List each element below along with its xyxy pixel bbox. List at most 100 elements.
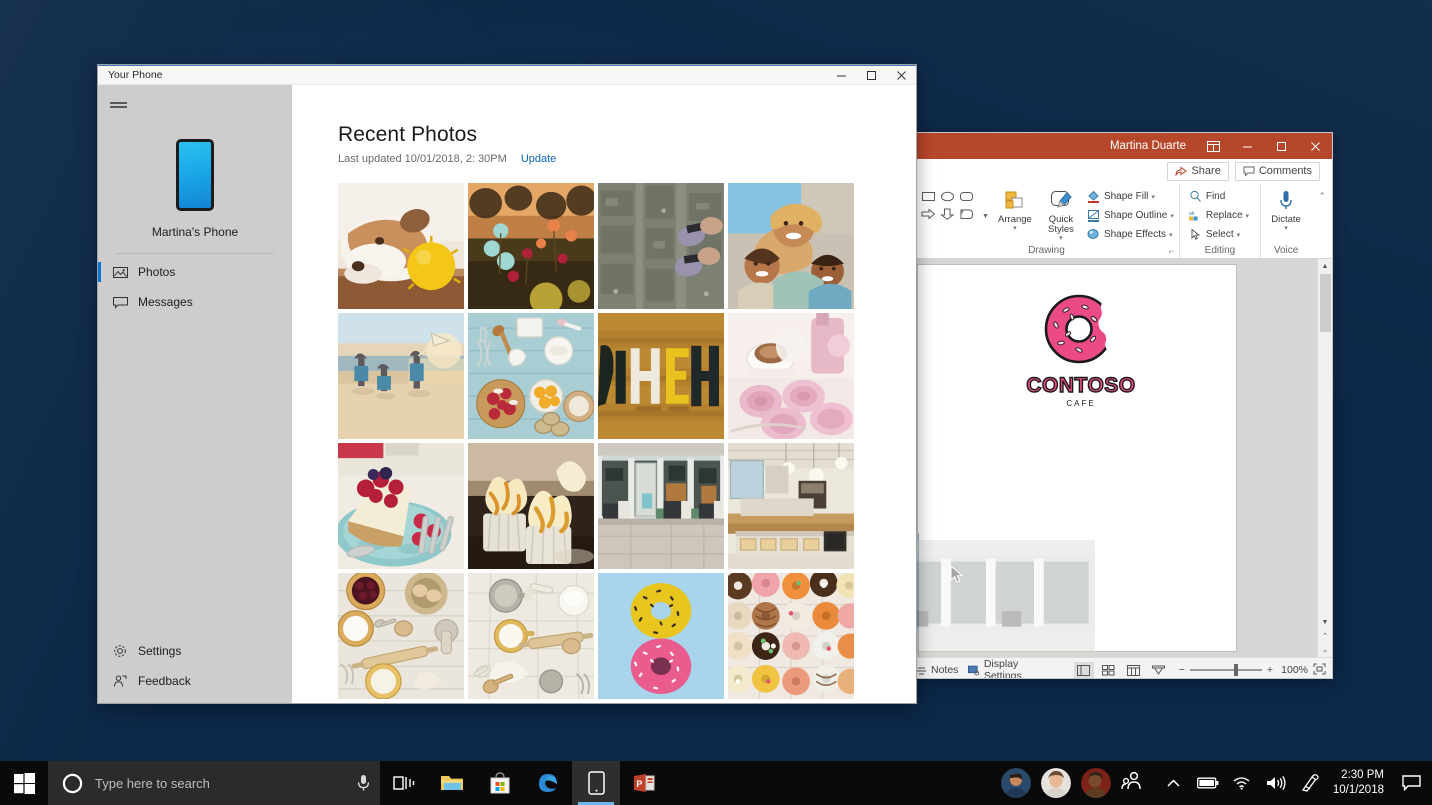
shapes-gallery[interactable] [919,187,975,222]
shape-fill-button[interactable]: Shape Fill ▾ [1087,188,1174,205]
arrow-down-shape-icon[interactable] [940,208,955,220]
shapes-gallery-more-button[interactable]: ▼ [982,213,989,220]
update-link[interactable]: Update [521,153,556,165]
photo-cell[interactable] [728,183,854,309]
photo-cell[interactable] [598,443,724,569]
arrow-right-shape-icon[interactable] [921,208,936,220]
zoom-slider-thumb[interactable] [1234,664,1238,676]
oval-shape-icon[interactable] [940,190,955,202]
file-explorer-button[interactable] [428,761,476,805]
next-slide-icon[interactable]: ⌄ [1318,643,1333,657]
your-phone-button[interactable] [572,761,620,805]
photo-cell[interactable] [338,183,464,309]
zoom-control[interactable]: − + 100% [1179,663,1326,678]
previous-slide-icon[interactable]: ⌃ [1318,629,1333,643]
search-input[interactable]: Type here to search [48,761,380,805]
select-caret-icon[interactable]: ▾ [1237,231,1241,239]
rectangle-shape-icon[interactable] [921,190,936,202]
microsoft-store-button[interactable] [476,761,524,805]
contact-avatar-1[interactable] [1001,768,1031,798]
sidebar-item-photos[interactable]: Photos [98,260,292,284]
shape-outline-caret-icon[interactable]: ▾ [1170,212,1174,220]
arrange-button[interactable]: Arrange ▾ [995,187,1035,232]
photo-cell[interactable] [468,443,594,569]
cortana-circle-icon[interactable] [62,773,83,794]
dictate-caret-icon[interactable]: ▾ [1284,225,1288,232]
fit-to-window-icon[interactable] [1313,663,1326,678]
show-hidden-icons-button[interactable] [1157,761,1191,805]
contact-avatar-3[interactable] [1081,768,1111,798]
windows-start-icon[interactable] [0,761,48,805]
your-phone-maximize-button[interactable] [856,66,886,85]
slide-vertical-scrollbar[interactable]: ▲ ▼ ⌃ ⌄ [1317,259,1332,657]
task-view-button[interactable] [380,761,428,805]
dictate-button[interactable]: Dictate ▾ [1266,187,1306,232]
microsoft-edge-button[interactable] [524,761,572,805]
shape-outline-button[interactable]: Shape Outline ▾ [1087,207,1174,224]
wifi-icon[interactable] [1225,761,1259,805]
quick-styles-caret-icon[interactable]: ▾ [1059,235,1063,242]
photo-cell[interactable] [728,443,854,569]
arrange-caret-icon[interactable]: ▾ [1013,225,1017,232]
slide-show-view-button[interactable] [1149,662,1169,679]
sidebar-item-messages[interactable]: Messages [98,290,292,314]
sidebar-item-feedback[interactable]: Feedback [98,669,292,693]
powerpoint-ribbon[interactable]: ▼ Arrange ▾ [910,183,1332,259]
shape-fill-caret-icon[interactable]: ▾ [1151,193,1155,201]
your-phone-minimize-button[interactable] [826,66,856,85]
powerpoint-button[interactable]: P [620,761,668,805]
photo-cell[interactable] [338,443,464,569]
people-add-icon[interactable] [1121,771,1143,796]
powerpoint-slide-canvas[interactable]: CONTOSO CAFE [910,259,1332,657]
photo-cell[interactable] [598,183,724,309]
volume-icon[interactable] [1259,761,1293,805]
taskbar-clock[interactable]: 2:30 PM 10/1/2018 [1327,768,1394,798]
photo-cell[interactable] [728,313,854,439]
collapse-ribbon-icon[interactable]: ⌃ [1318,191,1326,202]
photo-cell[interactable] [468,313,594,439]
slide[interactable]: CONTOSO CAFE [918,265,1236,651]
shape-effects-button[interactable]: Shape Effects ▾ [1087,226,1174,243]
zoom-slider[interactable] [1190,669,1262,671]
photo-cell[interactable] [598,573,724,699]
comments-button[interactable]: Comments [1235,162,1320,181]
action-center-icon[interactable] [1394,761,1428,805]
your-phone-window[interactable]: Your Phone Martina's Phone [98,65,916,703]
display-settings-button[interactable]: Display Settings [968,658,1049,678]
photo-cell[interactable] [338,573,464,699]
dragged-image-preview[interactable] [910,540,1095,657]
normal-view-button[interactable] [1074,662,1094,679]
powerpoint-restore-button[interactable] [1264,133,1298,159]
microphone-icon[interactable] [357,774,370,792]
photo-cell[interactable] [728,573,854,699]
powerpoint-window[interactable]: Martina Duarte Share Comments [910,133,1332,678]
slide-area[interactable]: CONTOSO CAFE [910,259,1317,657]
photo-cell[interactable] [468,573,594,699]
notes-button[interactable]: Notes [916,664,958,676]
sidebar-item-settings[interactable]: Settings [98,639,292,663]
rounded-rectangle-shape-icon[interactable] [959,190,974,202]
shape-effects-caret-icon[interactable]: ▾ [1169,231,1173,239]
replace-button[interactable]: ab Replace ▾ [1189,207,1249,224]
scrollbar-thumb[interactable] [1320,274,1331,332]
drawing-dialog-launcher-icon[interactable]: ⌐ [1169,246,1174,256]
photo-grid[interactable] [338,183,860,699]
zoom-level[interactable]: 100% [1278,664,1308,676]
scroll-down-icon[interactable]: ▼ [1318,615,1333,629]
quick-styles-button[interactable]: Quick Styles ▾ [1041,187,1081,242]
powerpoint-minimize-button[interactable] [1230,133,1264,159]
photo-cell[interactable] [468,183,594,309]
replace-caret-icon[interactable]: ▾ [1246,212,1250,220]
flowchart-shape-icon[interactable] [959,208,974,220]
people-bar[interactable] [1001,768,1143,798]
share-button[interactable]: Share [1167,162,1228,181]
your-phone-close-button[interactable] [886,66,916,85]
powerpoint-close-button[interactable] [1298,133,1332,159]
zoom-out-button[interactable]: − [1179,664,1185,676]
contact-avatar-2[interactable] [1041,768,1071,798]
hamburger-icon[interactable] [98,94,292,117]
windows-ink-workspace-icon[interactable] [1293,761,1327,805]
ribbon-display-options-icon[interactable] [1196,133,1230,159]
select-button[interactable]: Select ▾ [1189,226,1249,243]
photo-cell[interactable] [598,313,724,439]
